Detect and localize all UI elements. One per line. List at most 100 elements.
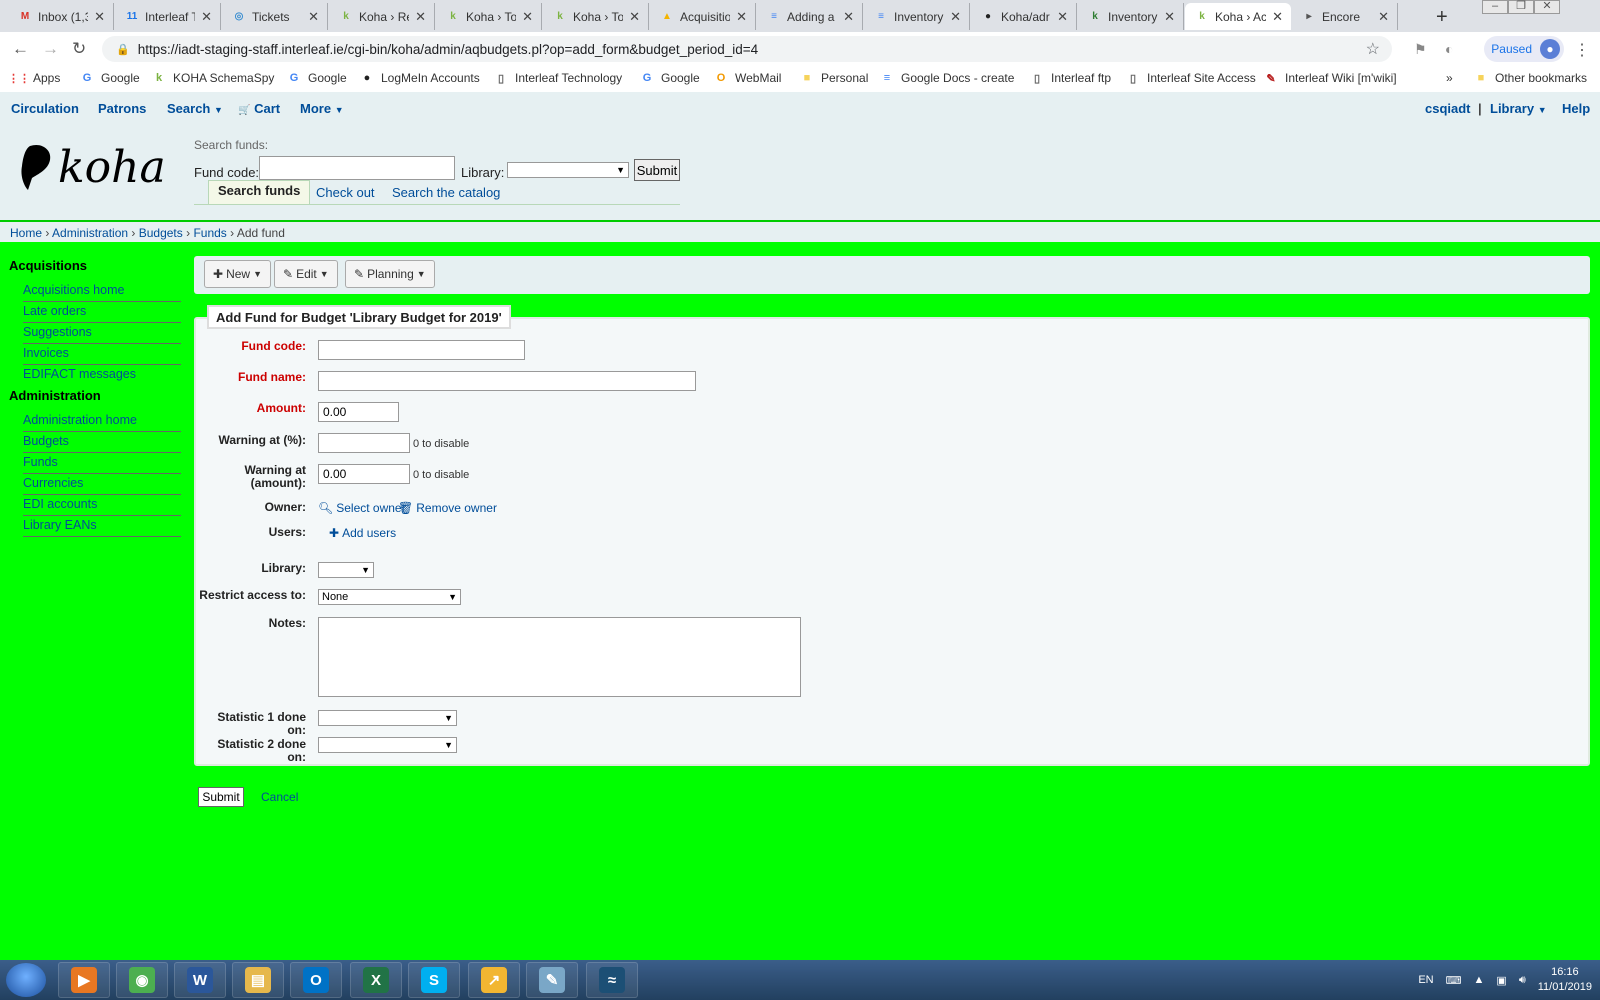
browser-tab[interactable]: k Koha › Re ✕ <box>329 3 435 30</box>
sidebar-item-acquisitions-home[interactable]: Acquisitions home <box>23 282 181 302</box>
taskbar-app[interactable]: ▤ <box>232 962 284 998</box>
bookmark-item[interactable]: G Google <box>640 71 700 85</box>
sidebar-item-budgets[interactable]: Budgets <box>23 433 181 453</box>
nav-search[interactable]: Search ▼ <box>167 101 223 116</box>
browser-tab[interactable]: ≡ Adding a ✕ <box>757 3 863 30</box>
sidebar-item-library-eans[interactable]: Library EANs <box>23 517 181 537</box>
remove-owner-link[interactable]: 🗑︎ Remove owner <box>398 501 497 515</box>
close-icon[interactable]: ✕ <box>629 9 640 25</box>
close-icon[interactable]: ✕ <box>1057 9 1068 25</box>
taskbar-app[interactable]: X <box>350 962 402 998</box>
nav-cart[interactable]: 🛒 Cart <box>238 101 280 116</box>
bookmark-item[interactable]: k KOHA SchemaSpy <box>152 71 274 85</box>
browser-tab[interactable]: ≡ Inventory ✕ <box>864 3 970 30</box>
close-icon[interactable]: ✕ <box>308 9 319 25</box>
statistic-2-select[interactable]: ▼ <box>318 737 457 753</box>
bookmark-star-icon[interactable]: ☆ <box>1366 39 1380 59</box>
browser-tab[interactable]: ● Koha/adr ✕ <box>971 3 1077 30</box>
taskbar-app[interactable]: W <box>174 962 226 998</box>
fund-code-input[interactable] <box>318 340 525 360</box>
bookmark-item[interactable]: ▯ Interleaf ftp <box>1030 71 1111 85</box>
browser-tab[interactable]: k Koha › Ac ✕ <box>1185 3 1291 30</box>
extension-circle-icon[interactable]: ◐ <box>1445 41 1453 57</box>
close-icon[interactable]: ✕ <box>843 9 854 25</box>
network-icon[interactable]: ▣ <box>1496 974 1506 987</box>
browser-tab[interactable]: ◎ Tickets ✕ <box>222 3 328 30</box>
close-icon[interactable]: ✕ <box>94 9 105 25</box>
breadcrumb-home[interactable]: Home <box>10 226 42 240</box>
tab-search-catalog[interactable]: Search the catalog <box>392 185 500 200</box>
other-bookmarks[interactable]: ■ Other bookmarks <box>1474 71 1587 85</box>
cancel-link[interactable]: Cancel <box>261 790 298 804</box>
extension-icon[interactable]: ⚑ <box>1414 41 1427 58</box>
bookmark-item[interactable]: ● LogMeIn Accounts <box>360 71 480 85</box>
breadcrumb-administration[interactable]: Administration <box>52 226 128 240</box>
edit-button[interactable]: ✎ Edit ▼ <box>274 260 338 288</box>
sidebar-item-suggestions[interactable]: Suggestions <box>23 324 181 344</box>
restrict-access-select[interactable]: None ▼ <box>318 589 461 605</box>
select-owner-link[interactable]: 🔍︎ Select owner <box>318 501 406 515</box>
browser-tab[interactable]: k Inventory ✕ <box>1078 3 1184 30</box>
amount-input[interactable] <box>318 402 399 422</box>
sidebar-item-administration-home[interactable]: Administration home <box>23 412 181 432</box>
bookmark-item[interactable]: ▯ Interleaf Site Access <box>1126 71 1256 85</box>
taskbar-app[interactable]: ↗ <box>468 962 520 998</box>
bookmark-item[interactable]: ■ Personal <box>800 71 869 85</box>
nav-circulation[interactable]: Circulation <box>11 101 79 116</box>
tab-check-out[interactable]: Check out <box>316 185 375 200</box>
new-button[interactable]: ✚ New ▼ <box>204 260 271 288</box>
close-icon[interactable]: ✕ <box>1164 9 1175 25</box>
close-window-button[interactable]: ✕ <box>1534 0 1560 14</box>
sidebar-item-edifact[interactable]: EDIFACT messages <box>23 366 181 385</box>
forward-arrow-icon[interactable]: → <box>42 39 59 59</box>
browser-tab[interactable]: k Koha › To ✕ <box>436 3 542 30</box>
bookmark-item[interactable]: G Google <box>287 71 347 85</box>
browser-tab[interactable]: ▸ Encore ✕ <box>1292 3 1398 30</box>
statistic-1-select[interactable]: ▼ <box>318 710 457 726</box>
browser-tab[interactable]: k Koha › To ✕ <box>543 3 649 30</box>
warning-amount-input[interactable] <box>318 464 410 484</box>
address-bar[interactable]: 🔒 https://iadt-staging-staff.interleaf.i… <box>102 36 1392 62</box>
nav-help[interactable]: Help <box>1562 101 1590 116</box>
browser-tab[interactable]: M Inbox (1,3 ✕ <box>8 3 114 30</box>
sidebar-item-edi-accounts[interactable]: EDI accounts <box>23 496 181 516</box>
bookmark-item[interactable]: ▯ Interleaf Technology <box>494 71 622 85</box>
close-icon[interactable]: ✕ <box>1272 9 1283 25</box>
submit-button[interactable]: Submit <box>198 787 244 807</box>
logged-in-user[interactable]: csqiadt <box>1425 101 1471 116</box>
start-button[interactable] <box>6 963 46 997</box>
bookmark-item[interactable]: ⋮⋮ Apps <box>8 71 60 85</box>
tray-expand-icon[interactable]: ▲ <box>1474 974 1485 986</box>
fund-name-input[interactable] <box>318 371 696 391</box>
clock[interactable]: 16:16 11/01/2019 <box>1538 965 1592 995</box>
back-arrow-icon[interactable]: ← <box>12 39 29 59</box>
taskbar-app[interactable]: ▶ <box>58 962 110 998</box>
koha-logo[interactable]: koha <box>18 138 164 194</box>
language-indicator[interactable]: EN <box>1418 974 1433 986</box>
library-select[interactable]: ▼ <box>318 562 374 578</box>
taskbar-app[interactable]: S <box>408 962 460 998</box>
sidebar-item-invoices[interactable]: Invoices <box>23 345 181 365</box>
more-bookmarks-button[interactable]: » <box>1446 71 1453 85</box>
tab-search-funds[interactable]: Search funds <box>208 180 311 204</box>
close-icon[interactable]: ✕ <box>415 9 426 25</box>
reload-icon[interactable]: ↻ <box>72 39 86 59</box>
add-users-link[interactable]: ✚ Add users <box>329 526 396 540</box>
bookmark-item[interactable]: G Google <box>80 71 140 85</box>
close-icon[interactable]: ✕ <box>522 9 533 25</box>
browser-tab[interactable]: ▲ Acquisitio ✕ <box>650 3 756 30</box>
nav-more[interactable]: More ▼ <box>300 101 344 116</box>
header-fund-code-input[interactable] <box>259 156 455 180</box>
breadcrumb-funds[interactable]: Funds <box>193 226 226 240</box>
sidebar-item-currencies[interactable]: Currencies <box>23 475 181 495</box>
maximize-button[interactable]: ❐ <box>1508 0 1534 14</box>
profile-button[interactable]: Paused ● <box>1484 36 1564 62</box>
browser-tab[interactable]: 11 Interleaf T ✕ <box>115 3 221 30</box>
browser-menu-icon[interactable]: ⋮ <box>1574 40 1590 60</box>
bookmark-item[interactable]: ≡ Google Docs - create <box>880 71 1015 85</box>
taskbar-app[interactable]: O <box>290 962 342 998</box>
sidebar-item-late-orders[interactable]: Late orders <box>23 303 181 323</box>
taskbar-app[interactable]: ◉ <box>116 962 168 998</box>
close-icon[interactable]: ✕ <box>1378 9 1389 25</box>
notes-textarea[interactable] <box>318 617 801 697</box>
